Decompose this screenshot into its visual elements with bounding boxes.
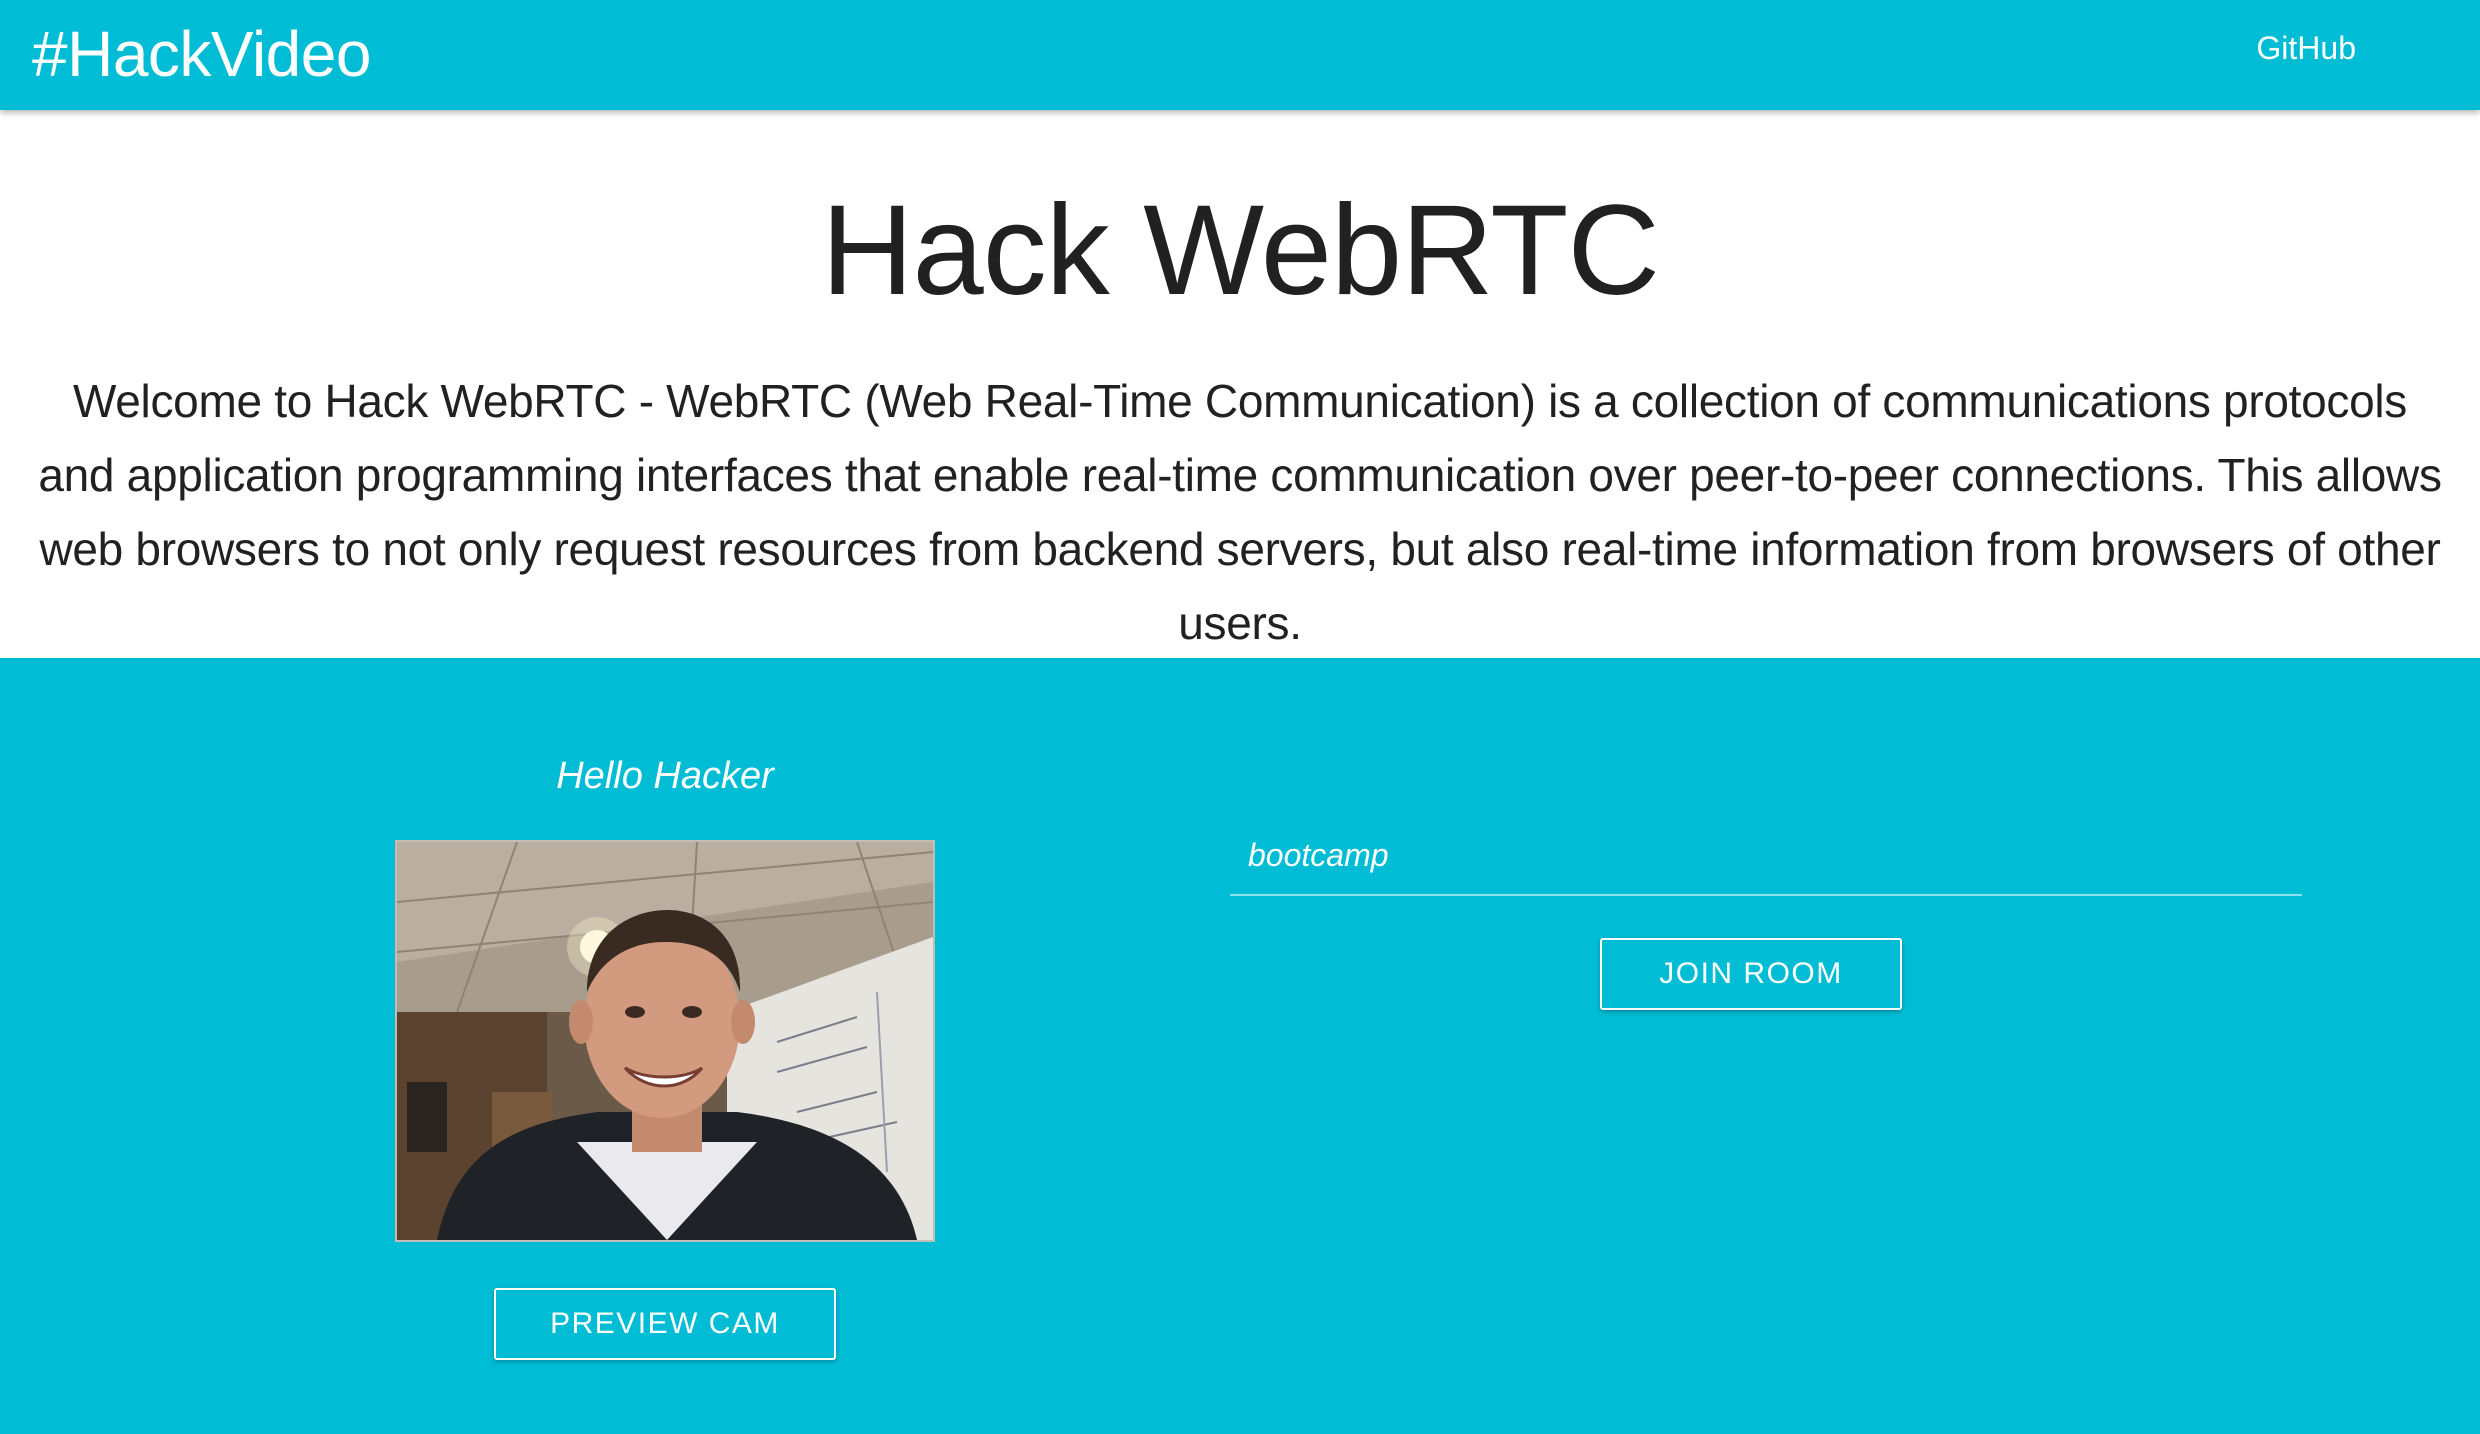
top-navbar: #HackVideo GitHub xyxy=(0,0,2480,110)
webcam-frame-image xyxy=(397,842,933,1240)
webcam-preview-video xyxy=(395,840,935,1242)
room-name-input[interactable] xyxy=(1230,816,2302,896)
github-link[interactable]: GitHub xyxy=(2256,22,2356,74)
main-panel: Hello Hacker PREVIEW CAM bootcamp JOIN R… xyxy=(0,658,2480,1434)
greeting-text: Hello Hacker xyxy=(556,755,774,797)
page-title: Hack WebRTC xyxy=(821,179,1660,322)
preview-cam-button[interactable]: PREVIEW CAM xyxy=(494,1288,836,1360)
hero-section: Hack WebRTC Welcome to Hack WebRTC - Web… xyxy=(0,110,2480,658)
hero-description: Welcome to Hack WebRTC - WebRTC (Web Rea… xyxy=(38,375,2442,649)
brand-logo-link[interactable]: #HackVideo xyxy=(32,10,371,98)
join-room-button[interactable]: JOIN ROOM xyxy=(1600,938,1902,1010)
